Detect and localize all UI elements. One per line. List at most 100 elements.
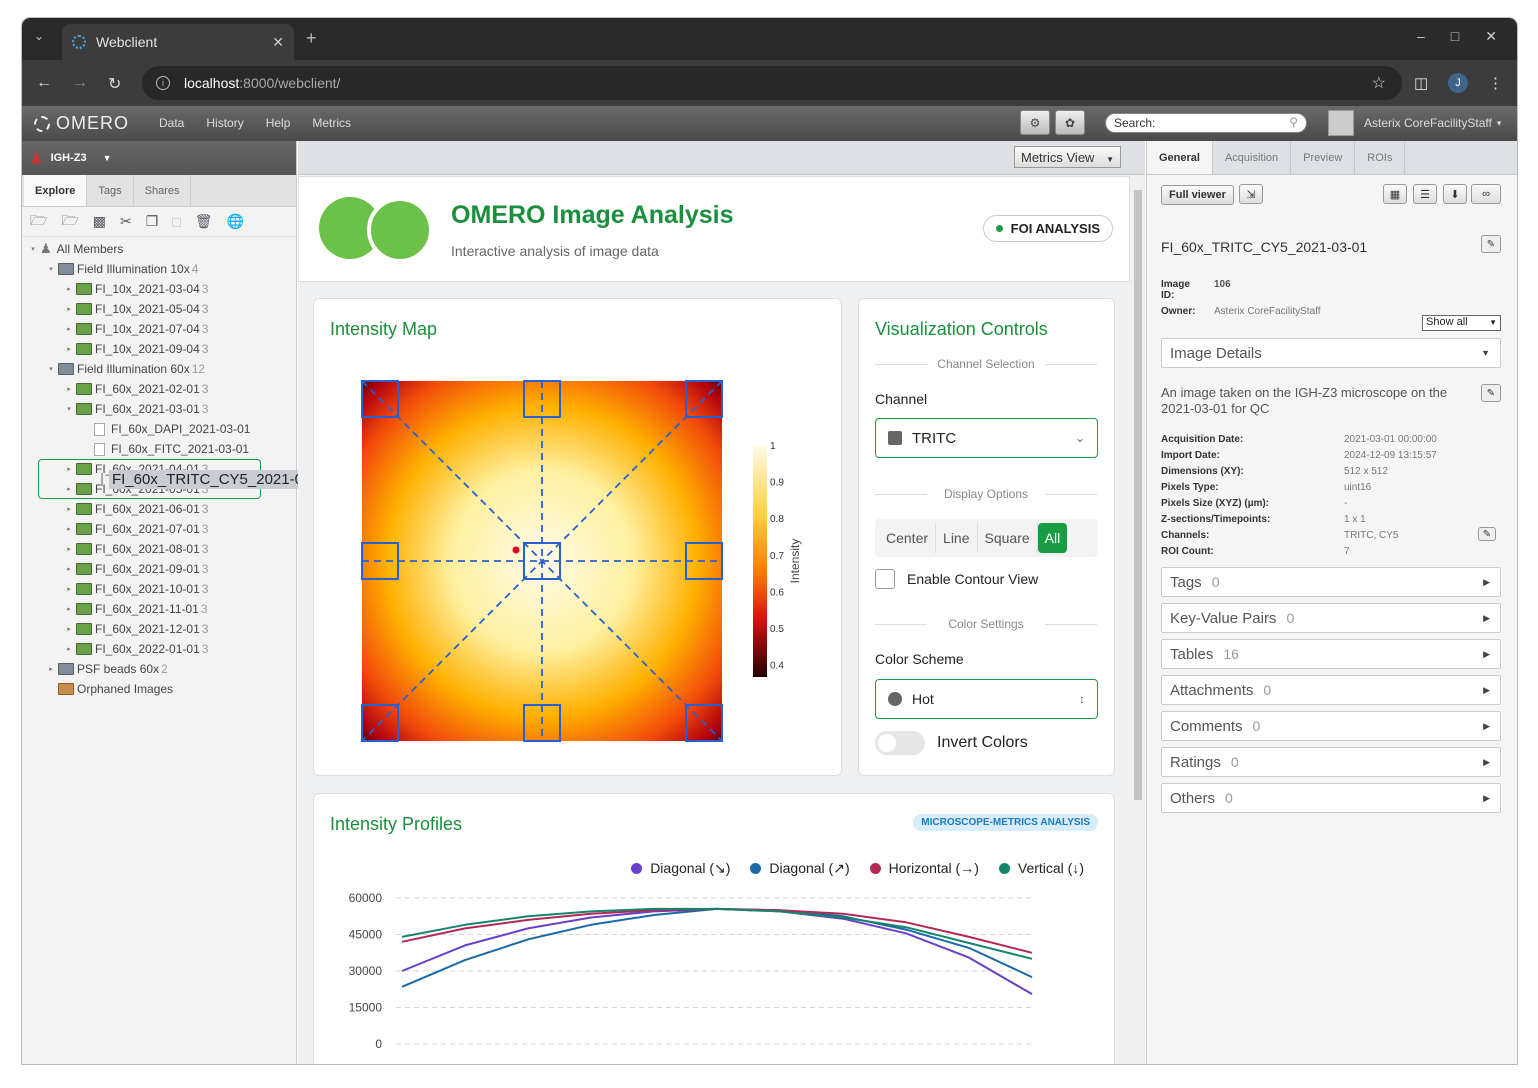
thumbnails-icon[interactable]: ▦ [1383, 184, 1407, 204]
tree-node[interactable]: ▸ FI_10x_2021-05-04 3 [22, 299, 296, 319]
option-center[interactable]: Center [879, 523, 937, 553]
tree-toggle-icon[interactable]: ▸ [64, 645, 74, 653]
tree-toggle-icon[interactable]: ▾ [64, 405, 74, 413]
tree-toggle-icon[interactable]: ▸ [64, 325, 74, 333]
tree-node[interactable]: FI_60x_DAPI_2021-03-01 [22, 419, 296, 439]
tree-node[interactable]: ▾ Field Illumination 60x 12 [22, 359, 296, 379]
new-screen-icon[interactable]: ▩ [93, 213, 106, 230]
tree-toggle-icon[interactable]: ▸ [64, 385, 74, 393]
tree-toggle-icon[interactable]: ▸ [46, 665, 56, 673]
section-key-value-pairs[interactable]: Key-Value Pairs 0 ▶ [1161, 603, 1501, 633]
tree-node[interactable]: ▸ FI_60x_2021-06-01 3 [22, 499, 296, 519]
tree-node[interactable]: ▸ FI_60x_2021-10-01 3 [22, 579, 296, 599]
tree-node[interactable]: ▾ Field Illumination 10x 4 [22, 259, 296, 279]
profile-chart[interactable]: 0 15000 30000 45000 60000 [314, 794, 1116, 1064]
option-square[interactable]: Square [978, 523, 1038, 553]
scrollbar-thumb[interactable] [1134, 190, 1142, 800]
user-menu[interactable]: Asterix CoreFacilityStaff ▾ [1328, 110, 1501, 136]
image-details-dropdown[interactable]: Image Details ▼ [1161, 338, 1501, 368]
section-attachments[interactable]: Attachments 0 ▶ [1161, 675, 1501, 705]
series-line[interactable] [401, 907, 1033, 995]
tree-node[interactable]: ▾ ♟ All Members [22, 239, 296, 259]
scripts-gear-icon[interactable]: ⚙ [1020, 110, 1050, 135]
extensions-icon[interactable]: ◫ [1414, 74, 1428, 92]
tree-toggle-icon[interactable]: ▾ [28, 245, 38, 253]
tree-toggle-icon[interactable]: ▸ [64, 605, 74, 613]
download-icon[interactable]: ⬇ [1443, 184, 1467, 204]
tree-node[interactable]: ▸ FI_60x_2021-07-01 3 [22, 519, 296, 539]
section-tables[interactable]: Tables 16 ▶ [1161, 639, 1501, 669]
browser-tab[interactable]: Webclient ✕ [62, 24, 294, 60]
tree-node[interactable]: ▸ FI_60x_2021-02-01 3 [22, 379, 296, 399]
browser-menu-icon[interactable]: ⋮ [1488, 74, 1503, 92]
cut-icon[interactable]: ✂ [120, 213, 132, 230]
tree-node[interactable]: ▾ FI_60x_2021-03-01 3 [22, 399, 296, 419]
invert-colors-toggle[interactable]: Invert Colors [875, 731, 1028, 755]
open-with-icon[interactable]: ⇲ [1239, 184, 1263, 204]
tree-toggle-icon[interactable]: ▸ [64, 545, 74, 553]
close-tab-icon[interactable]: ✕ [272, 34, 284, 51]
tree-node[interactable]: FI_60x_FITC_2021-03-01 [22, 439, 296, 459]
maximize-icon[interactable]: □ [1451, 28, 1459, 45]
tree-node[interactable]: ▸ FI_10x_2021-09-04 3 [22, 339, 296, 359]
tab-acquisition[interactable]: Acquisition [1213, 141, 1292, 174]
edit-channels-icon[interactable]: ✎ [1478, 527, 1496, 541]
tab-rois[interactable]: ROIs [1355, 141, 1406, 174]
menu-metrics[interactable]: Metrics [312, 116, 351, 130]
show-all-select[interactable]: Show all ▼ [1422, 315, 1501, 331]
section-comments[interactable]: Comments 0 ▶ [1161, 711, 1501, 741]
tree-toggle-icon[interactable]: ▾ [46, 265, 56, 273]
copy-icon[interactable]: ❐ [146, 213, 159, 230]
site-info-icon[interactable]: i [156, 76, 170, 90]
tree-node[interactable]: FI_60x_TRITC_CY5_2021-03-01 [38, 459, 336, 499]
profile-avatar[interactable]: J [1448, 73, 1468, 93]
option-all[interactable]: All [1037, 523, 1068, 553]
color-scheme-select[interactable]: Hot ↕ [875, 679, 1098, 719]
series-line[interactable] [401, 907, 1033, 960]
intensity-map-plot[interactable]: 1 0.9 0.8 0.7 0.6 0.5 0.4 Intensity [314, 299, 843, 777]
edit-name-icon[interactable]: ✎ [1481, 235, 1501, 253]
channel-select[interactable]: TRITC ⌄ [875, 418, 1098, 458]
delete-icon[interactable]: 🗑 [195, 213, 213, 230]
toggle-switch[interactable] [875, 731, 925, 755]
link-icon[interactable]: ∞ [1471, 184, 1501, 204]
reload-icon[interactable]: ↻ [108, 74, 121, 94]
tree-node[interactable]: ▸ FI_60x_2021-12-01 3 [22, 619, 296, 639]
edit-description-icon[interactable]: ✎ [1481, 384, 1501, 402]
tree-toggle-icon[interactable]: ▸ [64, 585, 74, 593]
tab-search-icon[interactable]: ⌄ [34, 29, 44, 43]
tree-node[interactable]: Orphaned Images [22, 679, 296, 699]
omero-logo[interactable]: OMERO [34, 113, 129, 134]
back-icon[interactable]: ← [36, 74, 52, 92]
tree-node[interactable]: ▸ FI_60x_2021-09-01 3 [22, 559, 296, 579]
tab-preview[interactable]: Preview [1291, 141, 1356, 174]
tree-toggle-icon[interactable]: ▸ [64, 625, 74, 633]
checkbox-box[interactable] [875, 569, 895, 589]
tab-tags[interactable]: Tags [87, 175, 134, 206]
tree-toggle-icon[interactable]: ▸ [64, 345, 74, 353]
paste-icon[interactable]: □ [172, 214, 180, 230]
new-dataset-icon[interactable]: 🗁 [61, 210, 78, 234]
menu-help[interactable]: Help [266, 116, 291, 130]
section-others[interactable]: Others 0 ▶ [1161, 783, 1501, 813]
minimize-icon[interactable]: – [1417, 28, 1425, 45]
search-input[interactable]: Search: ⚲ [1105, 113, 1307, 133]
tree-toggle-icon[interactable]: ▾ [46, 365, 56, 373]
view-select[interactable]: Metrics View ▼ [1014, 146, 1121, 168]
tree-node[interactable]: ▸ FI_60x_2022-01-01 3 [22, 639, 296, 659]
contour-checkbox[interactable]: Enable Contour View [875, 569, 1038, 589]
activities-icon[interactable]: ✿ [1055, 110, 1085, 135]
tree-node[interactable]: ▸ FI_60x_2021-08-01 3 [22, 539, 296, 559]
bookmark-star-icon[interactable]: ☆ [1372, 73, 1386, 93]
search-icon[interactable]: ⚲ [1289, 115, 1298, 129]
tree-toggle-icon[interactable]: ▸ [64, 565, 74, 573]
forward-icon[interactable]: → [72, 74, 88, 92]
tree-toggle-icon[interactable]: ▸ [64, 285, 74, 293]
close-window-icon[interactable]: ✕ [1485, 28, 1497, 45]
full-viewer-button[interactable]: Full viewer [1161, 185, 1234, 205]
hierarchy-icon[interactable]: ☰ [1413, 184, 1437, 204]
menu-data[interactable]: Data [159, 116, 184, 130]
tree-toggle-icon[interactable]: ▸ [64, 525, 74, 533]
url-field[interactable]: i localhost:8000/webclient/ ☆ [142, 66, 1402, 100]
tab-general[interactable]: General [1147, 141, 1213, 174]
